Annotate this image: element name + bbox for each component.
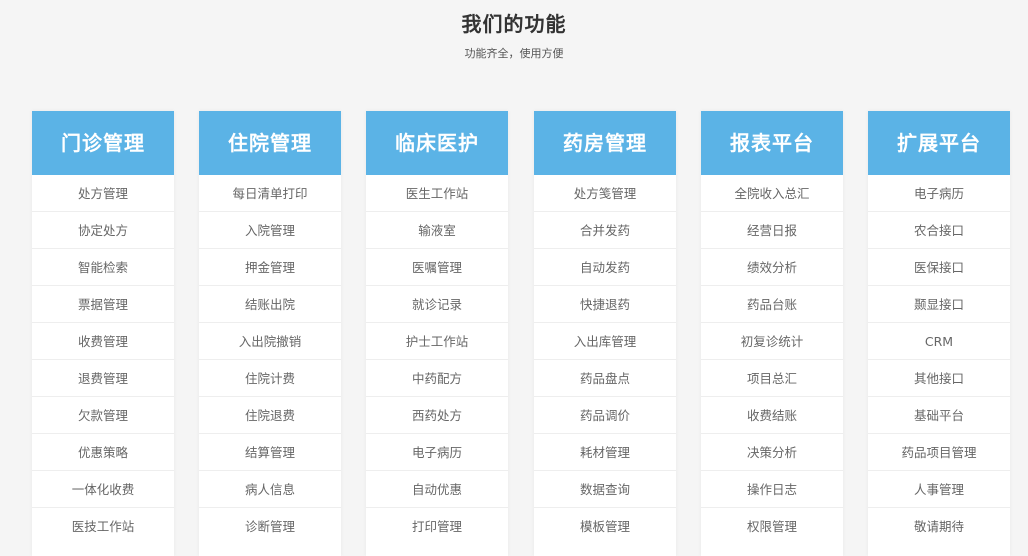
feature-column-outpatient: 门诊管理 处方管理 协定处方 智能检索 票据管理 收费管理 退费管理 欠款管理 …	[32, 111, 174, 556]
section-header: 我们的功能 功能齐全，使用方便	[0, 0, 1028, 61]
feature-item[interactable]: 基础平台	[868, 397, 1010, 434]
feature-item[interactable]: 就诊记录	[366, 286, 508, 323]
feature-list: 处方笺管理 合并发药 自动发药 快捷退药 入出库管理 药品盘点 药品调价 耗材管…	[534, 175, 676, 545]
feature-item[interactable]: 其他接口	[868, 360, 1010, 397]
feature-item[interactable]: 项目总汇	[701, 360, 843, 397]
feature-column-pharmacy: 药房管理 处方笺管理 合并发药 自动发药 快捷退药 入出库管理 药品盘点 药品调…	[534, 111, 676, 556]
column-title: 扩展平台	[868, 111, 1010, 175]
feature-item[interactable]: 药品项目管理	[868, 434, 1010, 471]
feature-item[interactable]: 医生工作站	[366, 175, 508, 212]
feature-item[interactable]: 医嘱管理	[366, 249, 508, 286]
section-title: 我们的功能	[461, 12, 567, 36]
feature-item[interactable]: 药品台账	[701, 286, 843, 323]
feature-item[interactable]: 医保接口	[868, 249, 1010, 286]
column-title: 药房管理	[534, 111, 676, 175]
feature-item[interactable]: 票据管理	[32, 286, 174, 323]
feature-item[interactable]: 护士工作站	[366, 323, 508, 360]
feature-item[interactable]: 每日清单打印	[199, 175, 341, 212]
feature-item[interactable]: 收费管理	[32, 323, 174, 360]
feature-item[interactable]: 敬请期待	[868, 508, 1010, 545]
feature-item[interactable]: 经营日报	[701, 212, 843, 249]
feature-item[interactable]: 输液室	[366, 212, 508, 249]
feature-column-reports: 报表平台 全院收入总汇 经营日报 绩效分析 药品台账 初复诊统计 项目总汇 收费…	[701, 111, 843, 556]
column-title: 门诊管理	[32, 111, 174, 175]
feature-item[interactable]: 智能检索	[32, 249, 174, 286]
feature-item[interactable]: 权限管理	[701, 508, 843, 545]
feature-item[interactable]: 初复诊统计	[701, 323, 843, 360]
feature-item[interactable]: 一体化收费	[32, 471, 174, 508]
feature-item[interactable]: 全院收入总汇	[701, 175, 843, 212]
feature-item[interactable]: 操作日志	[701, 471, 843, 508]
feature-item[interactable]: 协定处方	[32, 212, 174, 249]
feature-item[interactable]: 收费结账	[701, 397, 843, 434]
feature-item[interactable]: 颞显接口	[868, 286, 1010, 323]
feature-list: 医生工作站 输液室 医嘱管理 就诊记录 护士工作站 中药配方 西药处方 电子病历…	[366, 175, 508, 545]
feature-item[interactable]: 绩效分析	[701, 249, 843, 286]
feature-item[interactable]: 处方管理	[32, 175, 174, 212]
feature-list: 电子病历 农合接口 医保接口 颞显接口 CRM 其他接口 基础平台 药品项目管理…	[868, 175, 1010, 545]
feature-item[interactable]: 药品调价	[534, 397, 676, 434]
feature-item[interactable]: 快捷退药	[534, 286, 676, 323]
feature-item[interactable]: 农合接口	[868, 212, 1010, 249]
feature-item[interactable]: 模板管理	[534, 508, 676, 545]
feature-item[interactable]: 自动发药	[534, 249, 676, 286]
feature-list: 全院收入总汇 经营日报 绩效分析 药品台账 初复诊统计 项目总汇 收费结账 决策…	[701, 175, 843, 545]
column-title: 住院管理	[199, 111, 341, 175]
feature-list: 每日清单打印 入院管理 押金管理 结账出院 入出院撤销 住院计费 住院退费 结算…	[199, 175, 341, 545]
feature-item[interactable]: 决策分析	[701, 434, 843, 471]
feature-item[interactable]: 西药处方	[366, 397, 508, 434]
feature-item[interactable]: 结账出院	[199, 286, 341, 323]
feature-item[interactable]: 中药配方	[366, 360, 508, 397]
feature-item[interactable]: 数据查询	[534, 471, 676, 508]
feature-item[interactable]: 处方笺管理	[534, 175, 676, 212]
feature-item[interactable]: 结算管理	[199, 434, 341, 471]
feature-item[interactable]: 合并发药	[534, 212, 676, 249]
feature-column-inpatient: 住院管理 每日清单打印 入院管理 押金管理 结账出院 入出院撤销 住院计费 住院…	[199, 111, 341, 556]
feature-item[interactable]: CRM	[868, 323, 1010, 360]
feature-item[interactable]: 电子病历	[366, 434, 508, 471]
feature-item[interactable]: 病人信息	[199, 471, 341, 508]
section-subtitle: 功能齐全，使用方便	[464, 47, 564, 60]
feature-list: 处方管理 协定处方 智能检索 票据管理 收费管理 退费管理 欠款管理 优惠策略 …	[32, 175, 174, 545]
feature-columns: 门诊管理 处方管理 协定处方 智能检索 票据管理 收费管理 退费管理 欠款管理 …	[0, 111, 1028, 556]
feature-item[interactable]: 退费管理	[32, 360, 174, 397]
feature-item[interactable]: 药品盘点	[534, 360, 676, 397]
feature-item[interactable]: 入出院撤销	[199, 323, 341, 360]
feature-item[interactable]: 住院计费	[199, 360, 341, 397]
column-title: 报表平台	[701, 111, 843, 175]
feature-item[interactable]: 欠款管理	[32, 397, 174, 434]
feature-item[interactable]: 入院管理	[199, 212, 341, 249]
feature-item[interactable]: 人事管理	[868, 471, 1010, 508]
feature-item[interactable]: 入出库管理	[534, 323, 676, 360]
feature-column-extensions: 扩展平台 电子病历 农合接口 医保接口 颞显接口 CRM 其他接口 基础平台 药…	[868, 111, 1010, 556]
feature-item[interactable]: 优惠策略	[32, 434, 174, 471]
feature-item[interactable]: 耗材管理	[534, 434, 676, 471]
feature-item[interactable]: 医技工作站	[32, 508, 174, 545]
feature-column-clinical: 临床医护 医生工作站 输液室 医嘱管理 就诊记录 护士工作站 中药配方 西药处方…	[366, 111, 508, 556]
feature-item[interactable]: 自动优惠	[366, 471, 508, 508]
feature-item[interactable]: 住院退费	[199, 397, 341, 434]
feature-item[interactable]: 打印管理	[366, 508, 508, 545]
feature-item[interactable]: 押金管理	[199, 249, 341, 286]
column-title: 临床医护	[366, 111, 508, 175]
feature-item[interactable]: 诊断管理	[199, 508, 341, 545]
feature-item[interactable]: 电子病历	[868, 175, 1010, 212]
